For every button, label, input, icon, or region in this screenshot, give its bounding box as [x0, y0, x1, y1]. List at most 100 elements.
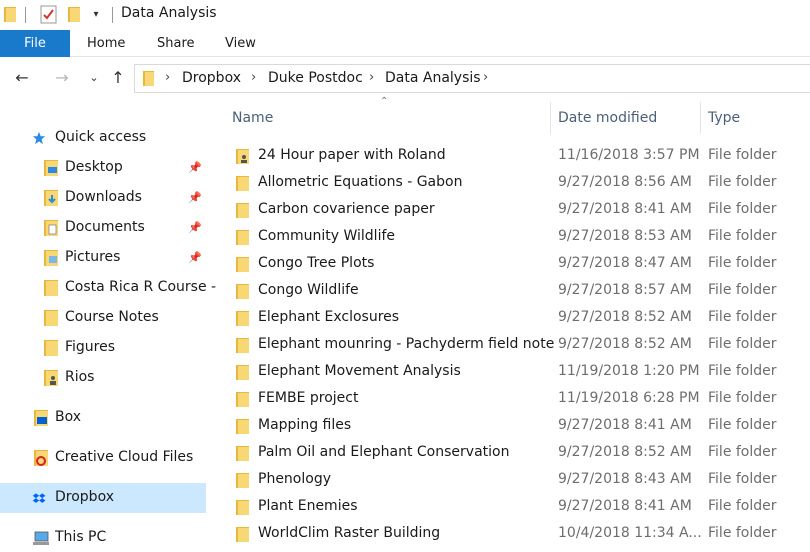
file-date-modified: 9/27/2018 8:56 AM: [558, 174, 692, 190]
column-header-name[interactable]: Name: [232, 110, 273, 126]
tab-share[interactable]: Share: [157, 30, 195, 57]
sidebar-item-box[interactable]: Box: [0, 403, 206, 433]
file-name: FEMBE project: [258, 390, 359, 406]
folder-icon: [143, 71, 154, 86]
folder-icon: [236, 500, 249, 515]
file-date-modified: 9/27/2018 8:52 AM: [558, 309, 692, 325]
table-row[interactable]: Allometric Equations - Gabon 9/27/2018 8:…: [210, 170, 810, 197]
folder-icon: [236, 527, 249, 542]
folder-icon: [44, 310, 58, 326]
pin-icon[interactable]: 📌: [188, 191, 202, 204]
file-type: File folder: [708, 498, 777, 514]
shared-folder-icon: [236, 149, 249, 164]
sidebar-item-label: Quick access: [55, 129, 147, 145]
folder-icon: [236, 257, 249, 272]
sidebar-item-downloads[interactable]: Downloads 📌: [0, 183, 206, 213]
folder-icon: [236, 419, 249, 434]
tab-home[interactable]: Home: [87, 30, 125, 57]
folder-icon: [236, 203, 249, 218]
column-divider[interactable]: [700, 102, 701, 134]
breadcrumb-dropbox[interactable]: Dropbox: [182, 70, 241, 86]
sidebar-item-label: Desktop: [65, 159, 123, 175]
navigation-pane: Quick access Desktop 📌 Downloads 📌 Docum…: [0, 100, 216, 552]
file-name: Congo Wildlife: [258, 282, 359, 298]
folder-icon: [44, 280, 58, 296]
file-name: WorldClim Raster Building: [258, 525, 441, 541]
sidebar-item-pictures[interactable]: Pictures 📌: [0, 243, 206, 273]
recent-locations-chevron-icon[interactable]: ⌄: [84, 68, 104, 88]
properties-icon[interactable]: [40, 5, 57, 24]
file-type: File folder: [708, 255, 777, 271]
column-divider[interactable]: [550, 102, 551, 134]
table-row[interactable]: WorldClim Raster Building 10/4/2018 11:34…: [210, 521, 810, 548]
sidebar-item-costa-rica-r-course[interactable]: Costa Rica R Course -: [0, 273, 216, 303]
file-type: File folder: [708, 309, 777, 325]
desktop-folder-icon: [44, 160, 58, 176]
back-arrow-icon[interactable]: ←: [12, 68, 32, 88]
table-row[interactable]: FEMBE project 11/19/2018 6:28 PM File fold…: [210, 386, 810, 413]
up-arrow-icon[interactable]: ↑: [108, 68, 128, 88]
breadcrumb-chevron-icon[interactable]: ›: [251, 70, 256, 85]
pin-icon[interactable]: 📌: [188, 221, 202, 234]
sidebar-item-course-notes[interactable]: Course Notes: [0, 303, 206, 333]
folder-icon: [236, 230, 249, 245]
customize-toolbar-dropdown[interactable]: ▾: [90, 8, 102, 22]
file-date-modified: 9/27/2018 8:53 AM: [558, 228, 692, 244]
sidebar-item-this-pc[interactable]: This PC: [0, 523, 206, 552]
file-type: File folder: [708, 363, 777, 379]
sidebar-item-quick-access[interactable]: Quick access: [0, 123, 206, 153]
table-row[interactable]: Palm Oil and Elephant Conservation 9/27/2…: [210, 440, 810, 467]
table-row[interactable]: Mapping files 9/27/2018 8:41 AM File folde…: [210, 413, 810, 440]
column-header-date-modified[interactable]: Date modified: [558, 110, 657, 126]
sidebar-item-desktop[interactable]: Desktop 📌: [0, 153, 206, 183]
new-folder-icon[interactable]: [68, 7, 80, 22]
sidebar-item-label: Figures: [65, 339, 116, 355]
file-date-modified: 9/27/2018 8:43 AM: [558, 471, 692, 487]
file-date-modified: 9/27/2018 8:41 AM: [558, 417, 692, 433]
sidebar-item-figures[interactable]: Figures: [0, 333, 206, 363]
address-bar[interactable]: › Dropbox › Duke Postdoc › Data Analysis…: [134, 64, 810, 93]
pictures-folder-icon: [44, 250, 58, 266]
pin-icon[interactable]: 📌: [188, 161, 202, 174]
folder-icon[interactable]: [4, 7, 16, 22]
breadcrumb-data-analysis[interactable]: Data Analysis: [385, 70, 481, 86]
table-row[interactable]: Elephant Movement Analysis 11/19/2018 1:2…: [210, 359, 810, 386]
table-row[interactable]: Congo Wildlife 9/27/2018 8:57 AM File fold…: [210, 278, 810, 305]
table-row[interactable]: Elephant Exclosures 9/27/2018 8:52 AM File…: [210, 305, 810, 332]
table-row[interactable]: Plant Enemies 9/27/2018 8:41 AM File folde…: [210, 494, 810, 521]
breadcrumb-chevron-icon[interactable]: ›: [483, 70, 488, 85]
file-date-modified: 11/19/2018 1:20 PM: [558, 363, 700, 379]
sort-ascending-icon: ⌃: [380, 96, 389, 107]
table-row[interactable]: Phenology 9/27/2018 8:43 AM File folder: [210, 467, 810, 494]
table-row[interactable]: Community Wildlife 9/27/2018 8:53 AM File …: [210, 224, 810, 251]
file-type: File folder: [708, 417, 777, 433]
ribbon-tabs: File Home Share View: [0, 30, 810, 57]
breadcrumb-chevron-icon[interactable]: ›: [369, 70, 374, 85]
sidebar-item-documents[interactable]: Documents 📌: [0, 213, 206, 243]
folder-icon: [44, 340, 58, 356]
window-title: Data Analysis: [121, 5, 217, 21]
table-row[interactable]: Congo Tree Plots 9/27/2018 8:47 AM File fo…: [210, 251, 810, 278]
shared-folder-icon: [44, 370, 58, 386]
breadcrumb-duke-postdoc[interactable]: Duke Postdoc: [268, 70, 363, 86]
table-row[interactable]: 24 Hour paper with Roland 11/16/2018 3:57…: [210, 143, 810, 170]
file-date-modified: 9/27/2018 8:57 AM: [558, 282, 692, 298]
file-name: Community Wildlife: [258, 228, 395, 244]
forward-arrow-icon[interactable]: →: [52, 68, 72, 88]
sidebar-item-dropbox[interactable]: Dropbox: [0, 483, 206, 513]
breadcrumb-chevron-icon[interactable]: ›: [165, 70, 170, 85]
tab-view[interactable]: View: [225, 30, 256, 57]
file-type: File folder: [708, 444, 777, 460]
table-row[interactable]: Elephant mounring - Pachyderm field note…: [210, 332, 810, 359]
file-name: Mapping files: [258, 417, 352, 433]
pin-icon[interactable]: 📌: [188, 251, 202, 264]
sidebar-item-rios[interactable]: Rios: [0, 363, 206, 393]
tab-file[interactable]: File: [0, 30, 70, 57]
file-name: Allometric Equations - Gabon: [258, 174, 463, 190]
file-type: File folder: [708, 525, 777, 541]
sidebar-item-label: Course Notes: [65, 309, 159, 325]
sidebar-item-creative-cloud-files[interactable]: Creative Cloud Files: [0, 443, 206, 473]
toolbar-separator: [112, 7, 113, 23]
table-row[interactable]: Carbon covarience paper 9/27/2018 8:41 AM…: [210, 197, 810, 224]
column-header-type[interactable]: Type: [708, 110, 740, 126]
